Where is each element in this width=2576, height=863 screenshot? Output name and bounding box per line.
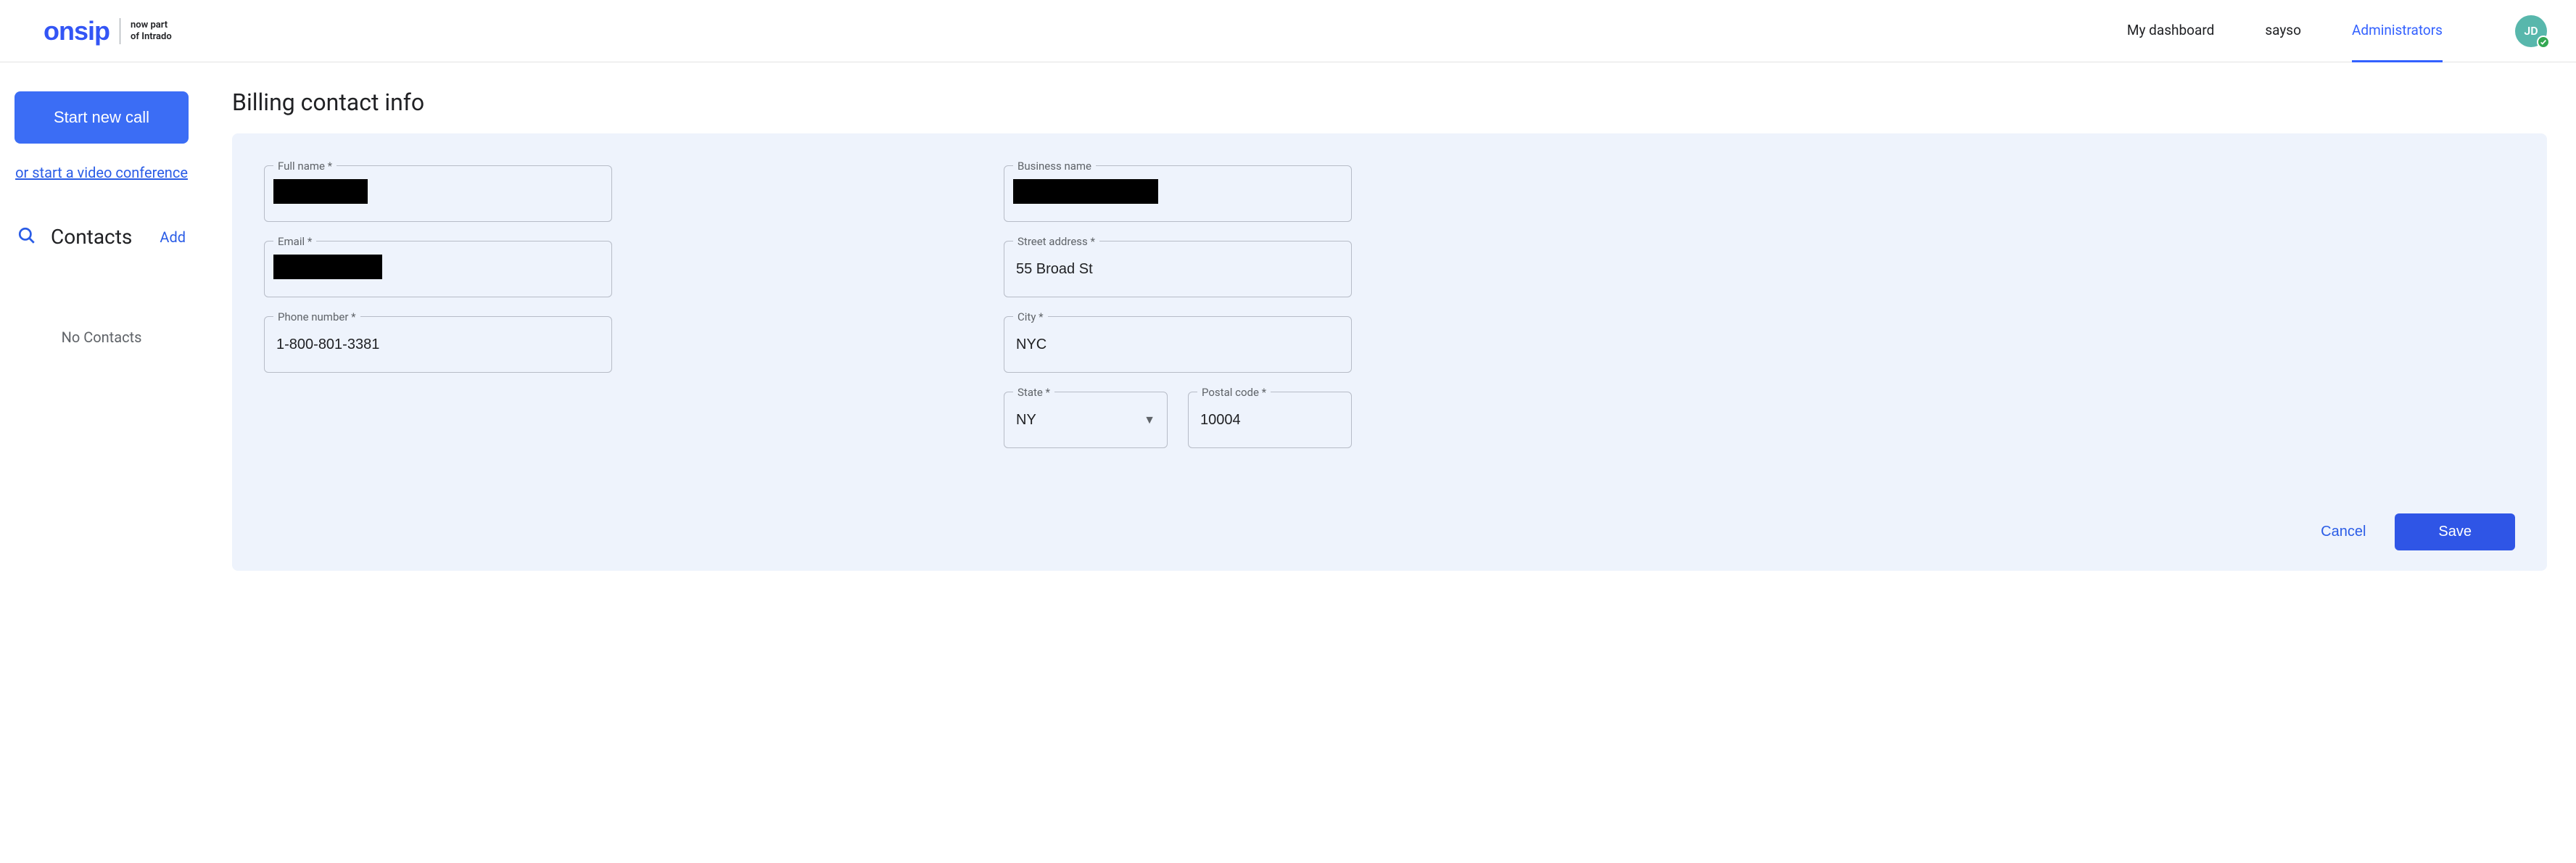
business-name-label: Business name [1013, 160, 1096, 173]
form-actions: Cancel Save [264, 513, 2515, 550]
brand: onsip now part of Intrado [44, 16, 172, 46]
no-contacts-text: No Contacts [15, 329, 189, 346]
city-label: City * [1013, 310, 1048, 323]
email-label: Email * [273, 235, 316, 248]
form-right-col: Business name Street address * City * [1004, 165, 1352, 448]
contacts-title: Contacts [51, 225, 132, 249]
phone-field[interactable]: Phone number * [264, 316, 612, 373]
postal-label: Postal code * [1197, 386, 1271, 399]
state-field[interactable]: State * ▼ [1004, 392, 1168, 448]
brand-tagline: now part of Intrado [131, 20, 172, 42]
state-select[interactable] [1004, 392, 1167, 447]
nav-sayso[interactable]: sayso [2265, 0, 2301, 62]
full-name-label: Full name * [273, 160, 337, 173]
nav-administrators[interactable]: Administrators [2352, 0, 2443, 62]
street-input[interactable] [1004, 241, 1351, 297]
avatar-initials: JD [2524, 24, 2538, 38]
redacted-email [273, 255, 382, 279]
start-call-button[interactable]: Start new call [15, 91, 189, 144]
city-field[interactable]: City * [1004, 316, 1352, 373]
city-input[interactable] [1004, 317, 1351, 372]
topbar: onsip now part of Intrado My dashboard s… [0, 0, 2576, 62]
billing-form-card: Full name * Email * Phone number * [232, 133, 2547, 571]
status-online-icon [2537, 36, 2550, 49]
email-field[interactable]: Email * [264, 241, 612, 297]
brand-tag-line1: now part [131, 20, 168, 30]
main-content: Billing contact info Full name * Email * [203, 62, 2576, 600]
chevron-down-icon: ▼ [1144, 413, 1155, 427]
avatar[interactable]: JD [2515, 15, 2547, 47]
top-nav: My dashboard sayso Administrators JD [2127, 0, 2547, 62]
search-icon[interactable] [17, 226, 36, 248]
cancel-button[interactable]: Cancel [2313, 513, 2373, 550]
form-left-col: Full name * Email * Phone number * [264, 165, 612, 448]
nav-dashboard[interactable]: My dashboard [2127, 0, 2214, 62]
street-field[interactable]: Street address * [1004, 241, 1352, 297]
business-name-field[interactable]: Business name [1004, 165, 1352, 222]
postal-input[interactable] [1189, 392, 1351, 447]
phone-input[interactable] [265, 317, 611, 372]
phone-label: Phone number * [273, 310, 360, 323]
contacts-header: Contacts Add [15, 225, 189, 249]
brand-logo: onsip [44, 16, 110, 46]
redacted-full-name [273, 179, 368, 204]
start-video-conference-link[interactable]: or start a video conference [15, 164, 189, 181]
save-button[interactable]: Save [2395, 513, 2515, 550]
add-contact-link[interactable]: Add [160, 228, 186, 246]
page-title: Billing contact info [232, 88, 2547, 116]
brand-tag-line2: of Intrado [131, 31, 172, 42]
postal-field[interactable]: Postal code * [1188, 392, 1352, 448]
street-label: Street address * [1013, 235, 1099, 248]
full-name-field[interactable]: Full name * [264, 165, 612, 222]
sidebar: Start new call or start a video conferen… [0, 62, 203, 600]
redacted-business-name [1013, 179, 1158, 204]
state-label: State * [1013, 386, 1054, 399]
